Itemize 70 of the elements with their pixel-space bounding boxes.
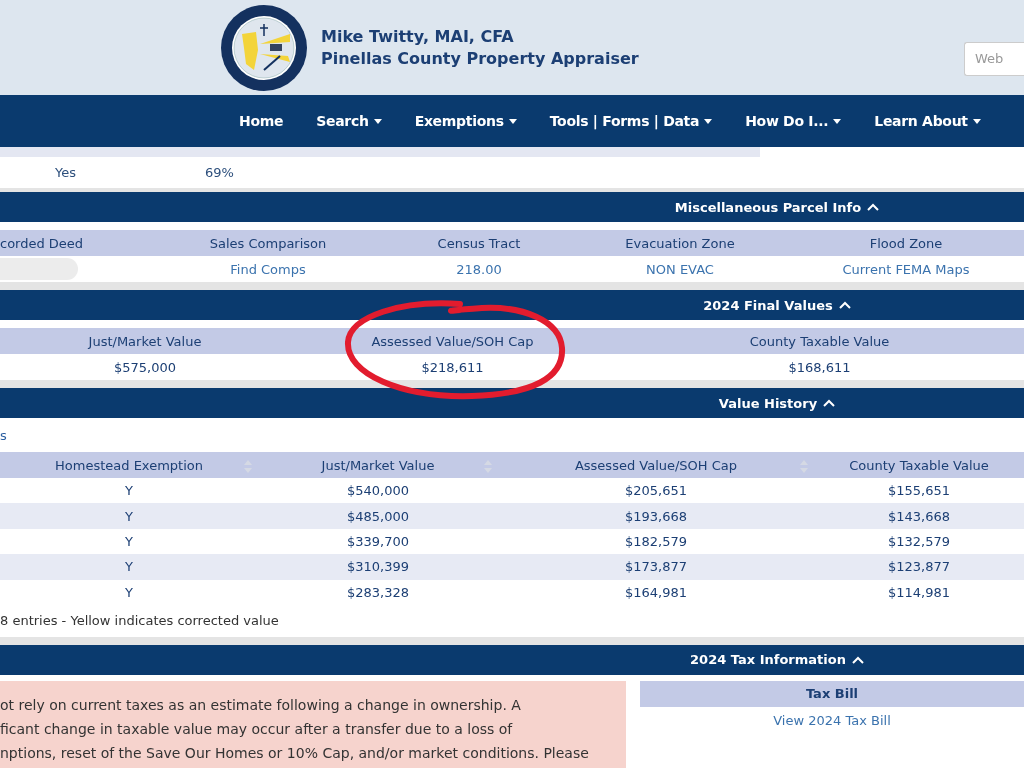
- notice-text-line: nptions, reset of the Save Our Homes or 10% Cap, and/or market conditions. Please: [0, 743, 590, 763]
- table-cell-text: $218,611: [420, 359, 485, 375]
- table-cell-text: Y: [124, 508, 134, 524]
- section-header-bar[interactable]: Value History: [0, 388, 1024, 418]
- table-cell-text: Yes: [55, 165, 77, 180]
- column-header: County Taxable Value: [748, 333, 891, 349]
- chevron-up-icon[interactable]: [867, 203, 880, 211]
- section-header-bar[interactable]: 2024 Final Values: [0, 290, 1024, 320]
- column-header[interactable]: Homestead Exemption: [0, 457, 258, 473]
- table-cell-text: Y: [124, 533, 134, 549]
- section-title[interactable]: Miscellaneous Parcel Info: [674, 199, 862, 215]
- table-cell-text: $143,668: [887, 508, 951, 524]
- nav-menu-item[interactable]: Home: [239, 113, 284, 129]
- nav-menu-item[interactable]: How Do I...: [745, 113, 842, 129]
- appraiser-name: Mike Twitty, MAI, CFA: [321, 25, 515, 48]
- column-header: Evacuation Zone: [624, 235, 736, 251]
- table-cell-text: $132,579: [887, 533, 951, 549]
- column-header: corded Deed: [0, 235, 85, 251]
- section-title[interactable]: 2024 Final Values: [703, 297, 833, 313]
- section-header-bar[interactable]: 2024 Tax Information: [0, 644, 1024, 675]
- table-cell-text: Y: [124, 483, 134, 499]
- column-header: Census Tract: [436, 235, 522, 251]
- column-header: Assessed Value/SOH Cap: [370, 333, 535, 349]
- table-cell-text: $173,877: [624, 559, 688, 575]
- office-title: Pinellas County Property Appraiser: [321, 47, 640, 70]
- table-link[interactable]: NON EVAC: [646, 261, 714, 277]
- table-cell-text: $123,877: [887, 559, 951, 575]
- table-cell-text: $310,399: [346, 559, 410, 575]
- table-cell: 69%: [205, 165, 234, 180]
- chevron-up-icon[interactable]: [823, 399, 836, 407]
- column-header: Flood Zone: [868, 235, 944, 251]
- table-cell-text: $193,668: [624, 508, 688, 524]
- table-cell-text: Y: [124, 559, 134, 575]
- notice-text-line: ficant change in taxable value may occur after a transfer due to a loss of: [0, 719, 514, 739]
- notice-text-line: ot rely on current taxes as an estimate following a change in ownership. A: [0, 695, 522, 715]
- table-cell-text: Y: [124, 584, 134, 600]
- nav-menu-item[interactable]: Learn About: [874, 113, 981, 129]
- column-header: Tax Bill: [640, 680, 1024, 707]
- chevron-up-icon[interactable]: [851, 655, 864, 664]
- table-link[interactable]: Find Comps: [230, 261, 306, 277]
- column-header: County Taxable Value: [848, 457, 990, 473]
- caption-text: s: [0, 427, 7, 443]
- table-cell-text: $182,579: [624, 533, 688, 549]
- table-cell-text: $575,000: [113, 359, 177, 375]
- table-cell-text: $485,000: [346, 508, 410, 524]
- nav-menu-item[interactable]: Exemptions: [414, 113, 517, 129]
- table-cell-text: $205,651: [624, 483, 688, 499]
- table-cell-text: $114,981: [887, 584, 951, 600]
- table-footer-text: 8 entries - Yellow indicates corrected value: [0, 613, 279, 629]
- table-link[interactable]: 218.00: [456, 261, 502, 277]
- table-cell-text: $339,700: [346, 533, 410, 549]
- section-title[interactable]: 2024 Tax Information: [690, 652, 846, 668]
- nav-menu-item[interactable]: Tools | Forms | Data: [549, 113, 713, 129]
- tax-bill-link[interactable]: View 2024 Tax Bill: [773, 712, 891, 728]
- table-cell-text: $164,981: [624, 584, 688, 600]
- chevron-up-icon[interactable]: [838, 301, 851, 309]
- section-title[interactable]: Value History: [718, 395, 818, 411]
- column-header[interactable]: Assessed Value/SOH Cap: [498, 457, 814, 473]
- section-header-bar[interactable]: Miscellaneous Parcel Info: [0, 192, 1024, 222]
- column-header[interactable]: Just/Market Value: [258, 457, 498, 473]
- table-link[interactable]: Current FEMA Maps: [842, 261, 970, 277]
- column-header: Sales Comparison: [208, 235, 328, 251]
- table-cell-text: $540,000: [346, 483, 410, 499]
- search-field[interactable]: Web: [964, 41, 1024, 76]
- table-cell-text: $168,611: [787, 359, 852, 375]
- table-cell-text: $283,328: [346, 584, 410, 600]
- table-cell-text: $155,651: [887, 483, 951, 499]
- column-header: Just/Market Value: [86, 333, 203, 349]
- seal-logo-icon: [220, 3, 308, 92]
- nav-menu-item[interactable]: Search: [316, 113, 382, 129]
